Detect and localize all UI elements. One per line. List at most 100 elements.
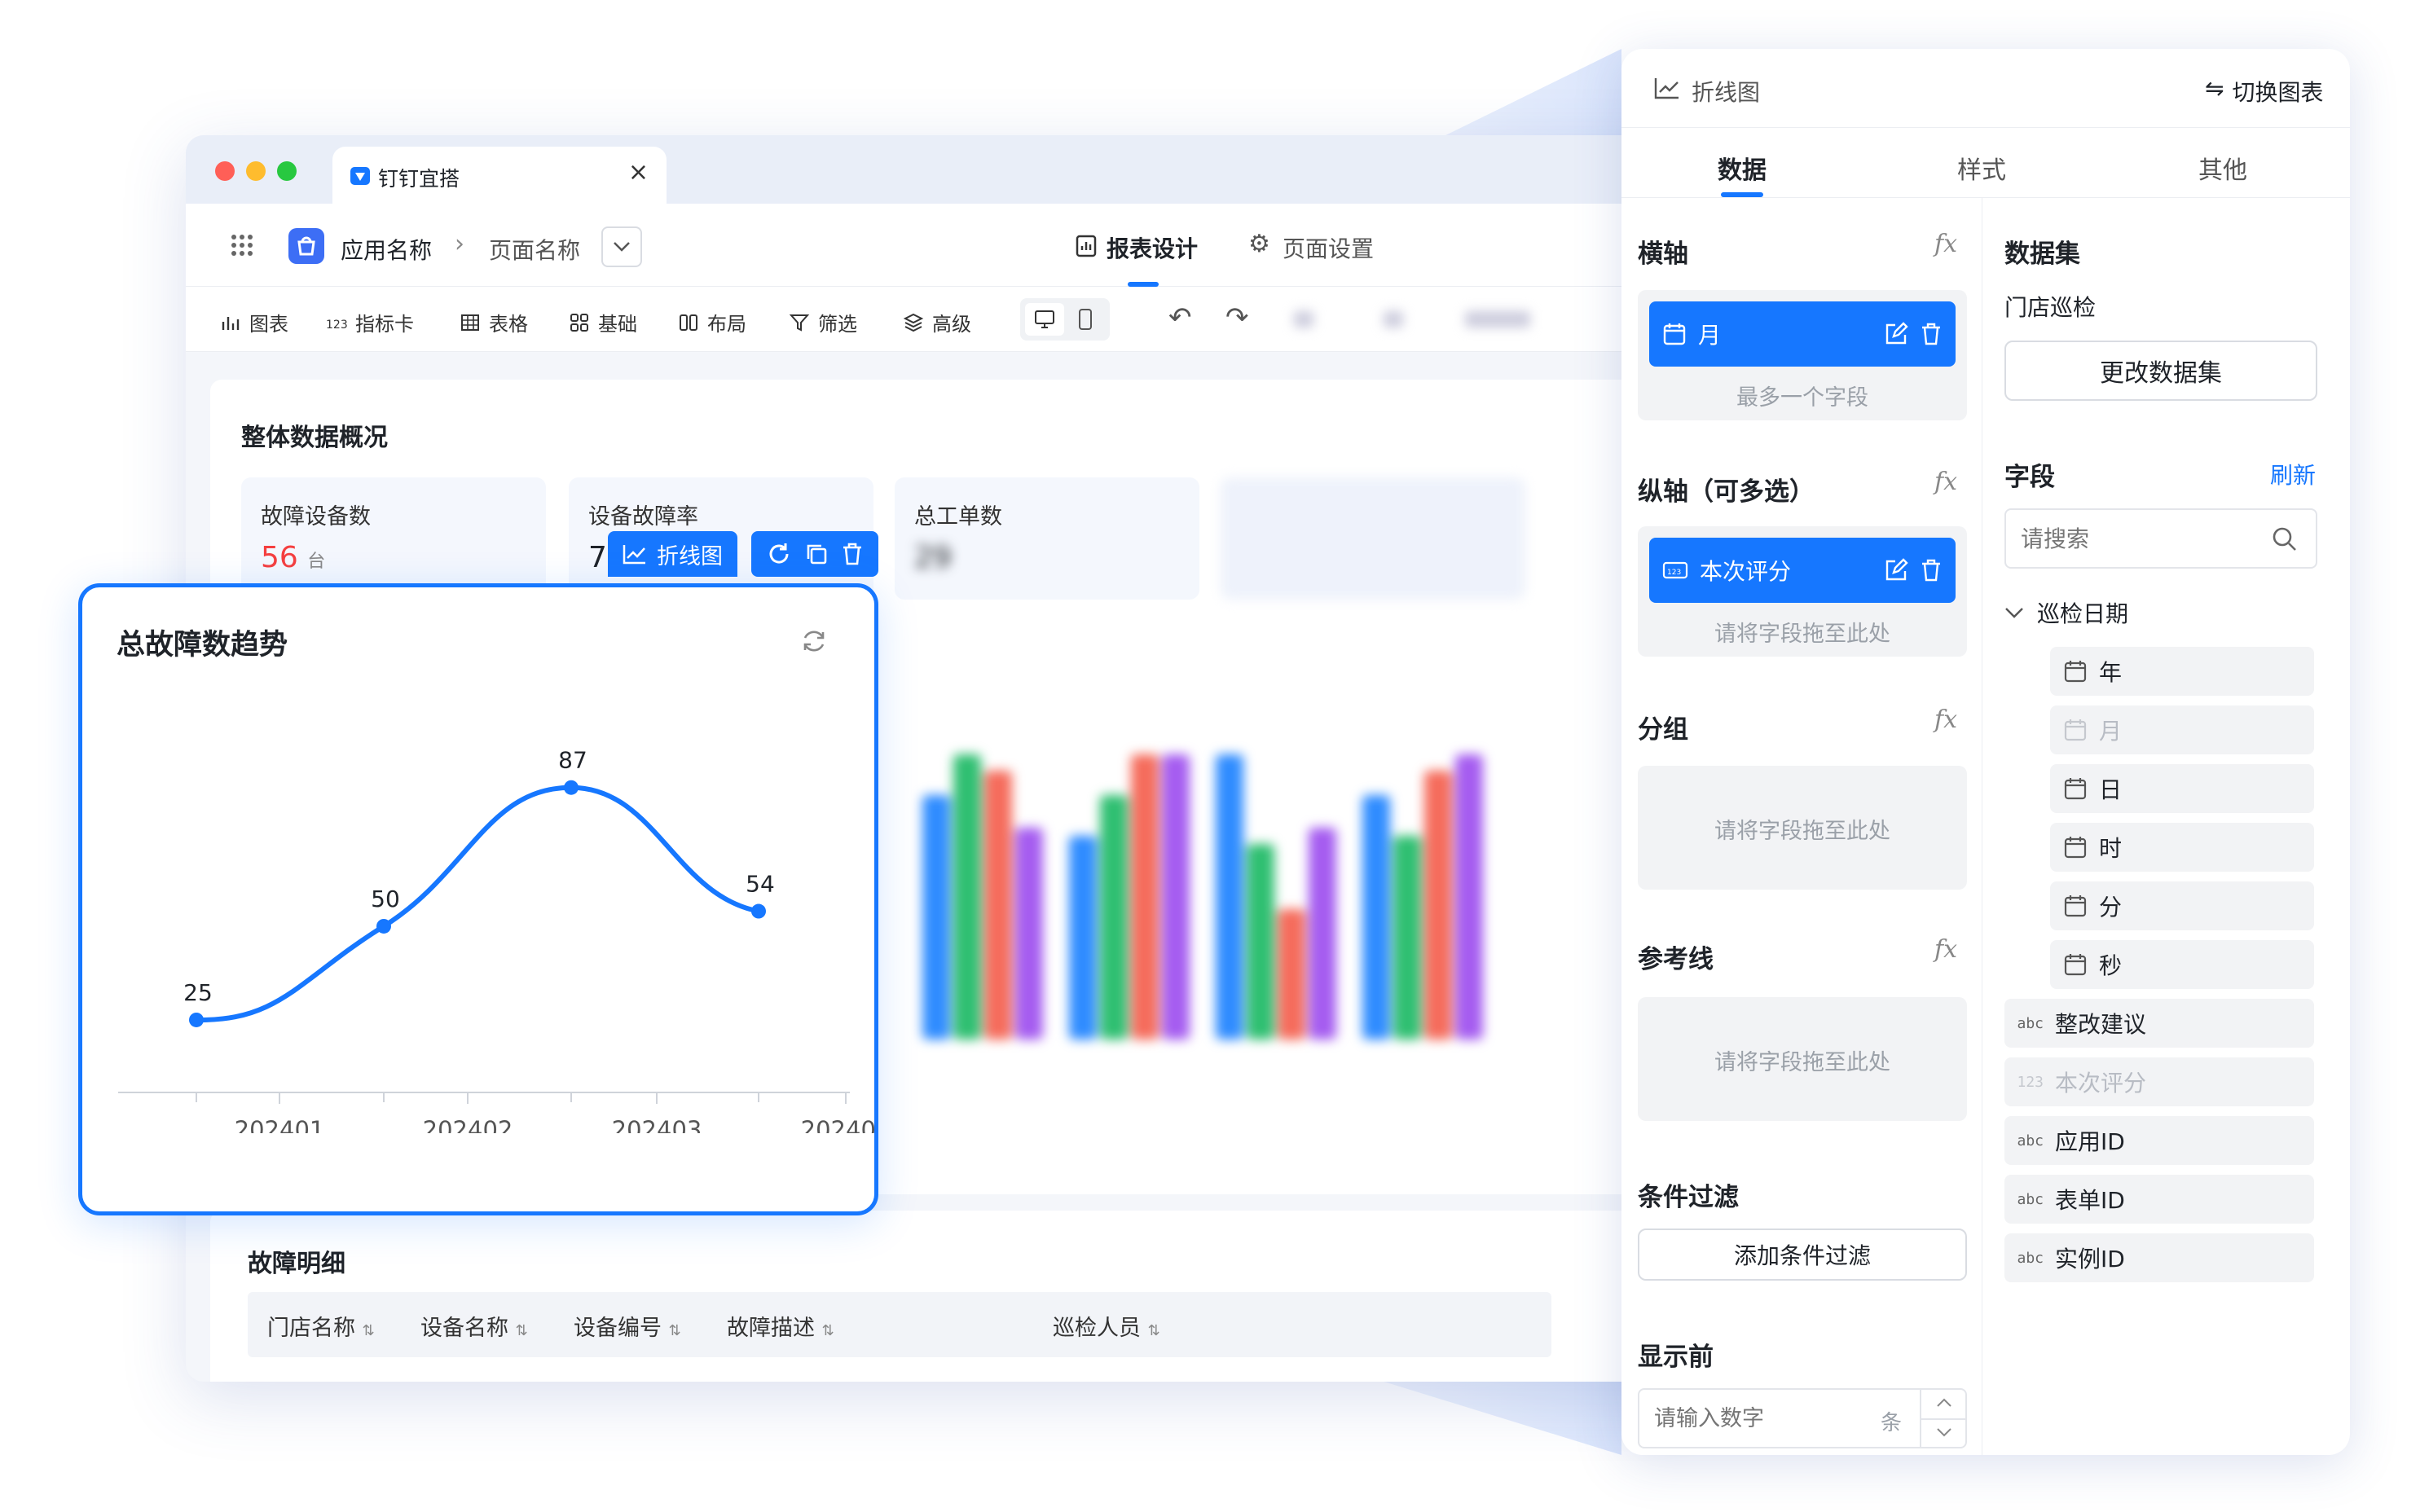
field-item-month: 月 bbox=[2050, 705, 2314, 754]
layout-icon bbox=[680, 314, 697, 331]
column-header-store[interactable]: 门店名称 ⇅ bbox=[267, 1310, 375, 1342]
change-dataset-button[interactable]: 更改数据集 bbox=[2004, 341, 2317, 401]
kpi-value: 29 bbox=[914, 541, 952, 574]
browser-tab[interactable]: 钉钉宜搭 × bbox=[332, 147, 667, 204]
y-axis-fx-icon[interactable]: fx bbox=[1934, 468, 1957, 496]
toolbar-item-filter[interactable]: 筛选 bbox=[789, 308, 857, 336]
group-dropzone[interactable]: 请将字段拖至此处 bbox=[1638, 766, 1967, 890]
chart-title: 总故障数趋势 bbox=[117, 629, 288, 662]
calendar-icon bbox=[2064, 895, 2087, 917]
kpi-card-blurred bbox=[1221, 477, 1525, 600]
chart-icon bbox=[222, 316, 240, 330]
tab-page-settings[interactable]: 页面设置 bbox=[1283, 231, 1374, 264]
edit-icon[interactable] bbox=[1884, 558, 1908, 582]
number-stepper[interactable] bbox=[1920, 1390, 1967, 1447]
group-fx-icon[interactable]: fx bbox=[1934, 705, 1957, 734]
desktop-view-button[interactable] bbox=[1025, 303, 1064, 336]
toolbar-item-basic[interactable]: 基础 bbox=[569, 308, 637, 336]
selected-component-tag[interactable]: 折线图 bbox=[608, 531, 737, 577]
app-name[interactable]: 应用名称 bbox=[341, 233, 432, 266]
app-grid-icon[interactable] bbox=[230, 233, 254, 257]
tab-data[interactable]: 数据 bbox=[1718, 150, 1767, 186]
x-axis-fx-icon[interactable]: fx bbox=[1934, 230, 1957, 258]
field-item-second[interactable]: 秒 bbox=[2050, 940, 2314, 989]
kpi-card-fault-devices[interactable]: 故障设备数 56 台 bbox=[241, 477, 546, 600]
app-logo bbox=[288, 228, 324, 264]
field-item-hour[interactable]: 时 bbox=[2050, 823, 2314, 872]
column-header-device-no[interactable]: 设备编号 ⇅ bbox=[574, 1310, 681, 1342]
chevron-down-icon[interactable] bbox=[1936, 1427, 1952, 1437]
y-axis-dropzone[interactable]: 123 本次评分 请将字段拖至此处 bbox=[1638, 526, 1967, 657]
toolbar-item-kpi[interactable]: 123 指标卡 bbox=[326, 308, 414, 336]
x-axis-field-pill[interactable]: 月 bbox=[1649, 301, 1956, 367]
desktop-icon bbox=[1035, 310, 1054, 328]
x-tick-label: 202402 bbox=[423, 1116, 513, 1133]
text-type-icon: abc bbox=[2017, 1190, 2044, 1208]
layers-icon bbox=[903, 313, 924, 332]
page-dropdown-button[interactable] bbox=[601, 226, 642, 267]
dropzone-hint: 请将字段拖至此处 bbox=[1714, 1050, 1890, 1075]
undo-icon[interactable]: ↶ bbox=[1168, 301, 1192, 334]
blurred-bar bbox=[1100, 795, 1128, 1040]
reference-fx-icon[interactable]: fx bbox=[1934, 935, 1957, 964]
field-name: 应用ID bbox=[2055, 1128, 2125, 1155]
trash-icon[interactable] bbox=[1920, 322, 1943, 346]
switch-chart-button[interactable]: ⇋ 切换图表 bbox=[2205, 75, 2323, 108]
field-item-day[interactable]: 日 bbox=[2050, 764, 2314, 813]
field-group-inspection-date[interactable]: 巡检日期 bbox=[2004, 596, 2128, 629]
column-header-device[interactable]: 设备名称 ⇅ bbox=[420, 1310, 528, 1342]
close-tab-icon[interactable]: × bbox=[628, 158, 649, 187]
refresh-fields-link[interactable]: 刷新 bbox=[2270, 458, 2316, 490]
edit-icon[interactable] bbox=[1884, 322, 1908, 346]
maximize-window-dot[interactable] bbox=[277, 161, 297, 181]
panel-header-divider bbox=[1621, 127, 2350, 128]
refresh-icon[interactable] bbox=[766, 541, 792, 567]
device-switch bbox=[1020, 298, 1110, 341]
tab-style[interactable]: 样式 bbox=[1957, 150, 2006, 186]
toolbar-item-table[interactable]: 表格 bbox=[460, 308, 528, 336]
copy-icon[interactable] bbox=[804, 542, 829, 566]
search-icon[interactable] bbox=[2272, 526, 2298, 552]
y-axis-field-pill[interactable]: 123 本次评分 bbox=[1649, 538, 1956, 603]
trash-icon[interactable] bbox=[841, 542, 864, 566]
toolbar-item-layout[interactable]: 布局 bbox=[678, 308, 746, 336]
top-n-input[interactable] bbox=[1639, 1390, 1884, 1447]
switch-chart-label: 切换图表 bbox=[2232, 79, 2324, 106]
field-item-instance-id[interactable]: abc 实例ID bbox=[2004, 1233, 2314, 1282]
field-item-year[interactable]: 年 bbox=[2050, 647, 2314, 696]
top-n-title: 显示前 bbox=[1638, 1343, 1714, 1372]
blurred-bar bbox=[1309, 828, 1336, 1040]
column-header-description[interactable]: 故障描述 ⇅ bbox=[727, 1310, 834, 1342]
calendar-icon bbox=[1663, 323, 1686, 345]
page-name[interactable]: 页面名称 bbox=[489, 233, 580, 266]
add-filter-button[interactable]: 添加条件过滤 bbox=[1638, 1228, 1967, 1281]
group-title: 分组 bbox=[1638, 715, 1688, 745]
trash-icon[interactable] bbox=[1920, 558, 1943, 582]
sort-icon: ⇅ bbox=[515, 1322, 528, 1339]
toolbar-item-advanced[interactable]: 高级 bbox=[903, 308, 971, 336]
component-toolbar: 图表 123 指标卡 表格 基础 布局 筛选 高级 ↶ ↷ bbox=[186, 287, 1709, 352]
reference-dropzone[interactable]: 请将字段拖至此处 bbox=[1638, 997, 1967, 1121]
field-search-input[interactable] bbox=[2006, 510, 2251, 567]
mobile-icon[interactable] bbox=[1077, 308, 1093, 331]
blurred-bar bbox=[1455, 754, 1483, 1040]
redo-icon[interactable]: ↷ bbox=[1225, 301, 1249, 334]
kpi-card-total-orders[interactable]: 总工单数 29 bbox=[895, 477, 1199, 600]
close-window-dot[interactable] bbox=[215, 161, 235, 181]
line-chart-card[interactable]: 总故障数趋势 25 50 87 54 202401 202402 202403 202404 bbox=[78, 583, 878, 1215]
chart-refresh-icon[interactable] bbox=[799, 626, 829, 656]
x-axis-dropzone[interactable]: 月 最多一个字段 bbox=[1638, 290, 1967, 420]
chevron-up-icon[interactable] bbox=[1936, 1398, 1952, 1408]
field-item-app-id[interactable]: abc 应用ID bbox=[2004, 1116, 2314, 1165]
field-item-form-id[interactable]: abc 表单ID bbox=[2004, 1175, 2314, 1224]
dropzone-hint: 最多一个字段 bbox=[1736, 385, 1868, 411]
field-item-minute[interactable]: 分 bbox=[2050, 881, 2314, 930]
column-header-inspector[interactable]: 巡检人员 ⇅ bbox=[1053, 1310, 1160, 1342]
tab-report-design[interactable]: 报表设计 bbox=[1107, 231, 1198, 264]
series-line bbox=[194, 785, 761, 1022]
tab-other[interactable]: 其他 bbox=[2198, 150, 2247, 186]
minimize-window-dot[interactable] bbox=[246, 161, 266, 181]
field-item-suggestion[interactable]: abc 整改建议 bbox=[2004, 999, 2314, 1048]
toolbar-item-chart[interactable]: 图表 bbox=[220, 308, 288, 336]
chevron-down-icon bbox=[614, 242, 630, 252]
